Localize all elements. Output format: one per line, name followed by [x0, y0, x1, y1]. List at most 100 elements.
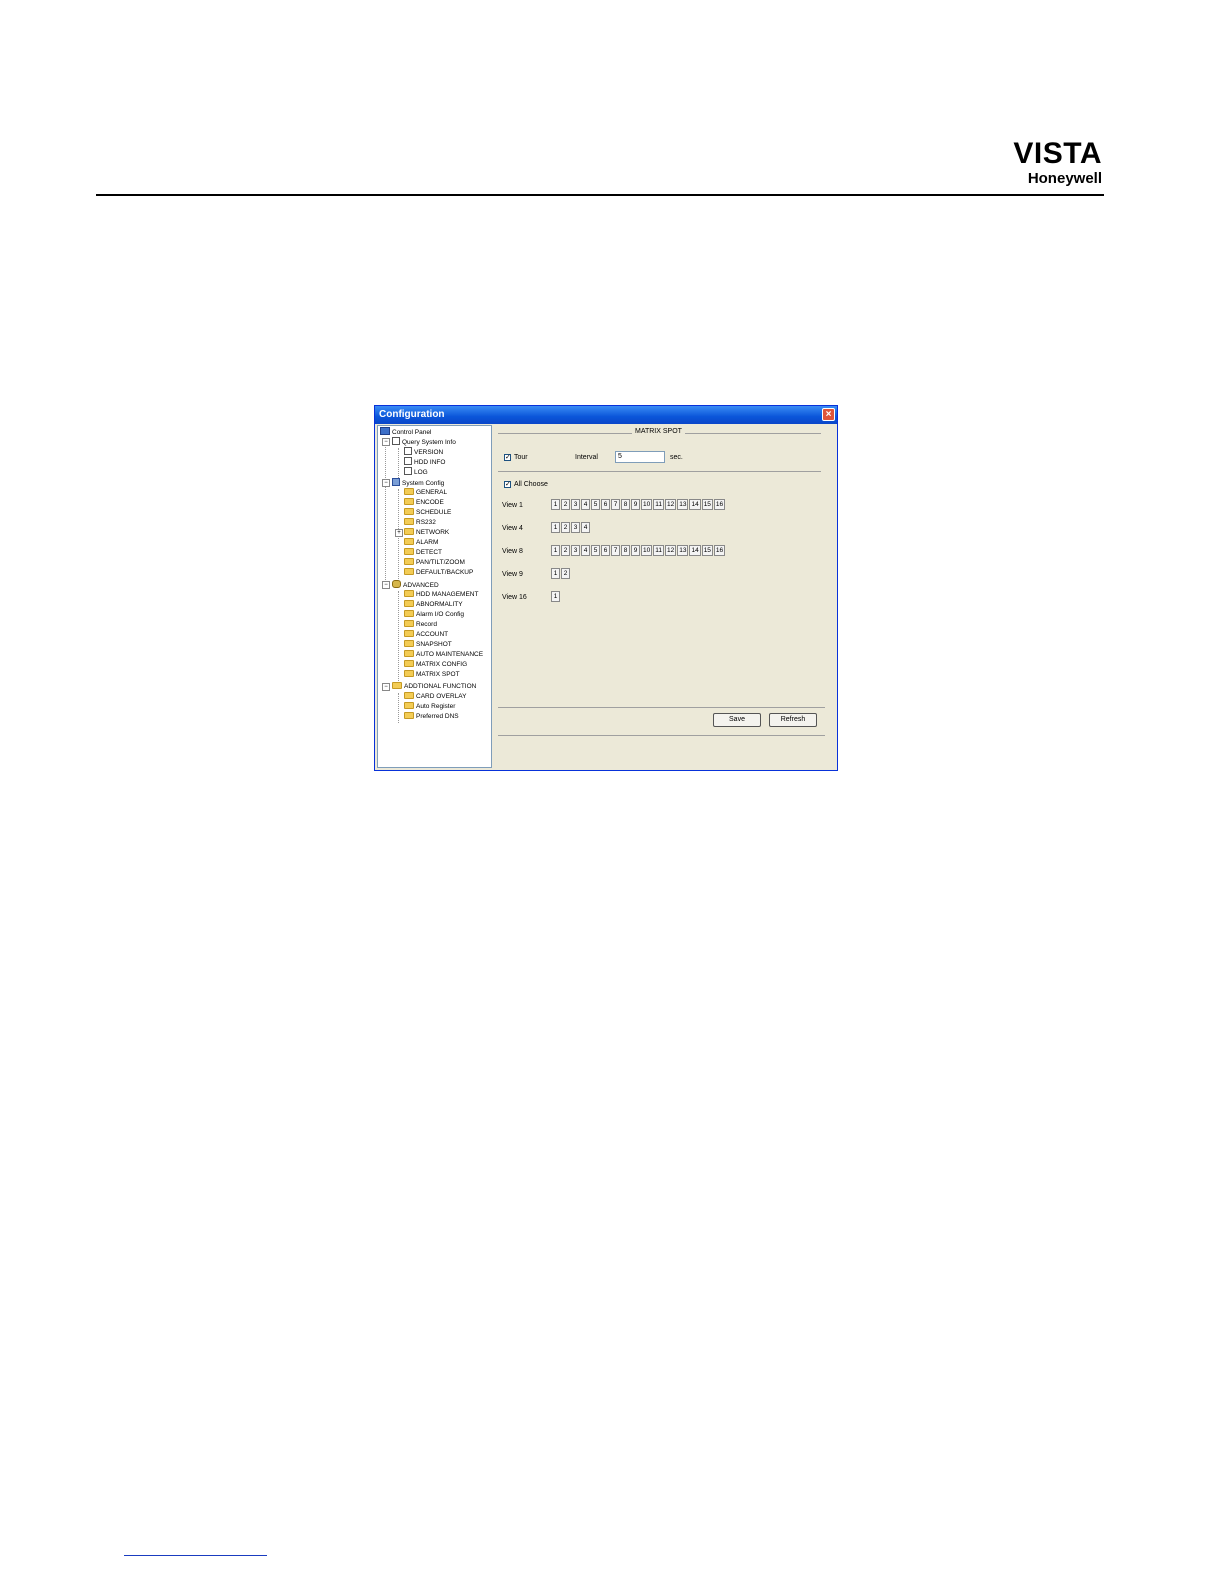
channel-cell[interactable]: 2 [561, 522, 570, 533]
channel-cell[interactable]: 6 [601, 545, 610, 556]
collapse-icon[interactable]: − [382, 479, 390, 487]
channel-cell[interactable]: 7 [611, 499, 620, 510]
settings-icon [392, 478, 400, 486]
tree-item-matrix-spot[interactable]: MATRIX SPOT [404, 670, 460, 680]
view4-cells: 1234 [551, 522, 591, 533]
interval-input[interactable]: 5 [615, 451, 665, 463]
tree-item-abnormality[interactable]: ABNORMALITY [404, 600, 463, 610]
channel-cell[interactable]: 16 [713, 545, 726, 556]
tree-item-system-config[interactable]: System Config [392, 478, 444, 488]
view16-label: View 16 [502, 594, 527, 601]
channel-cell[interactable]: 1 [551, 591, 560, 602]
folder-icon [404, 610, 414, 617]
channel-cell[interactable]: 11 [653, 545, 664, 556]
tree-item-query-system-info[interactable]: Query System Info [392, 437, 456, 447]
channel-cell[interactable]: 2 [561, 545, 570, 556]
tree-item-card-overlay[interactable]: CARD OVERLAY [404, 692, 466, 702]
all-choose-label: All Choose [514, 481, 548, 488]
tree-item-ptz[interactable]: PAN/TILT/ZOOM [404, 558, 465, 568]
folder-icon [404, 670, 414, 677]
window-titlebar[interactable]: Configuration × [375, 406, 837, 424]
channel-cell[interactable]: 7 [611, 545, 620, 556]
channel-cell[interactable]: 14 [689, 545, 701, 556]
tree-item-account[interactable]: ACCOUNT [404, 630, 448, 640]
channel-cell[interactable]: 5 [591, 545, 600, 556]
tree-item-encode[interactable]: ENCODE [404, 498, 444, 508]
tree-item-default-backup[interactable]: DEFAULT/BACKUP [404, 568, 473, 578]
channel-cell[interactable]: 15 [701, 499, 713, 510]
all-choose-checkbox[interactable]: ✓ [504, 481, 511, 488]
tree-item-detect[interactable]: DETECT [404, 548, 442, 558]
tree-item-snapshot[interactable]: SNAPSHOT [404, 640, 452, 650]
folder-icon [392, 682, 402, 689]
channel-cell[interactable]: 1 [551, 568, 560, 579]
channel-cell[interactable]: 3 [571, 545, 580, 556]
channel-cell[interactable]: 13 [677, 545, 689, 556]
document-icon [404, 447, 412, 455]
channel-cell[interactable]: 3 [571, 499, 580, 510]
channel-cell[interactable]: 1 [551, 545, 560, 556]
channel-cell[interactable]: 14 [689, 499, 701, 510]
channel-cell[interactable]: 3 [571, 522, 580, 533]
tree-item-auto-register[interactable]: Auto Register [404, 702, 455, 712]
channel-cell[interactable]: 6 [601, 499, 610, 510]
channel-cell[interactable]: 12 [664, 545, 677, 556]
channel-cell[interactable]: 8 [621, 499, 630, 510]
channel-cell[interactable]: 11 [653, 499, 664, 510]
channel-cell[interactable]: 13 [677, 499, 689, 510]
channel-cell[interactable]: 1 [551, 499, 560, 510]
config-tree[interactable]: Control Panel − Query System Info VERSIO… [377, 425, 492, 768]
tree-item-version[interactable]: VERSION [404, 447, 443, 457]
tree-item-alarm-io[interactable]: Alarm I/O Config [404, 610, 464, 620]
tree-item-auto-maintenance[interactable]: AUTO MAINTENANCE [404, 650, 483, 660]
tree-item-schedule[interactable]: SCHEDULE [404, 508, 451, 518]
close-icon[interactable]: × [822, 408, 835, 421]
channel-cell[interactable]: 10 [641, 499, 653, 510]
tree-item-log[interactable]: LOG [404, 467, 428, 477]
tree-item-record[interactable]: Record [404, 620, 437, 630]
folder-icon [404, 508, 414, 515]
refresh-button[interactable]: Refresh [769, 713, 817, 727]
view9-label: View 9 [502, 571, 523, 578]
tree-item-hdd-management[interactable]: HDD MANAGEMENT [404, 590, 478, 600]
channel-cell[interactable]: 8 [621, 545, 630, 556]
folder-icon [404, 528, 414, 535]
view1-cells: 1 2 3 4 5 6 7 8 9 10 11 12 13 14 15 16 [551, 499, 726, 510]
channel-cell[interactable]: 10 [641, 545, 653, 556]
brand-logo: VISTA Honeywell [1013, 138, 1102, 188]
channel-cell[interactable]: 4 [581, 499, 590, 510]
tree-item-general[interactable]: GENERAL [404, 488, 447, 498]
channel-cell[interactable]: 2 [561, 499, 570, 510]
save-button[interactable]: Save [713, 713, 761, 727]
tree-item-network[interactable]: NETWORK [404, 528, 449, 538]
tour-checkbox[interactable]: ✓ [504, 454, 511, 461]
tree-item-matrix-config[interactable]: MATRIX CONFIG [404, 660, 467, 670]
brand-company: Honeywell [1027, 170, 1102, 187]
channel-cell[interactable]: 1 [551, 522, 560, 533]
channel-cell[interactable]: 4 [581, 545, 590, 556]
tree-item-advanced[interactable]: ADVANCED [392, 580, 439, 590]
channel-cell[interactable]: 15 [701, 545, 713, 556]
tree-item-additional-function[interactable]: ADDTIONAL FUNCTION [392, 682, 476, 692]
tree-item-rs232[interactable]: RS232 [404, 518, 436, 528]
expand-icon[interactable]: + [395, 529, 403, 537]
panel-title: MATRIX SPOT [632, 428, 685, 435]
collapse-icon[interactable]: − [382, 683, 390, 691]
folder-icon [404, 558, 414, 565]
tree-item-preferred-dns[interactable]: Preferred DNS [404, 712, 459, 722]
channel-cell[interactable]: 4 [581, 522, 590, 533]
channel-cell[interactable]: 5 [591, 499, 600, 510]
tree-item-hdd-info[interactable]: HDD INFO [404, 457, 445, 467]
collapse-icon[interactable]: − [382, 581, 390, 589]
tree-item-alarm[interactable]: ALARM [404, 538, 438, 548]
view4-label: View 4 [502, 525, 523, 532]
folder-icon [404, 712, 414, 719]
collapse-icon[interactable]: − [382, 438, 390, 446]
channel-cell[interactable]: 12 [664, 499, 677, 510]
folder-icon [404, 630, 414, 637]
channel-cell[interactable]: 9 [631, 545, 640, 556]
channel-cell[interactable]: 9 [631, 499, 640, 510]
channel-cell[interactable]: 2 [561, 568, 570, 579]
tree-item-control-panel[interactable]: Control Panel [380, 427, 431, 437]
channel-cell[interactable]: 16 [713, 499, 726, 510]
